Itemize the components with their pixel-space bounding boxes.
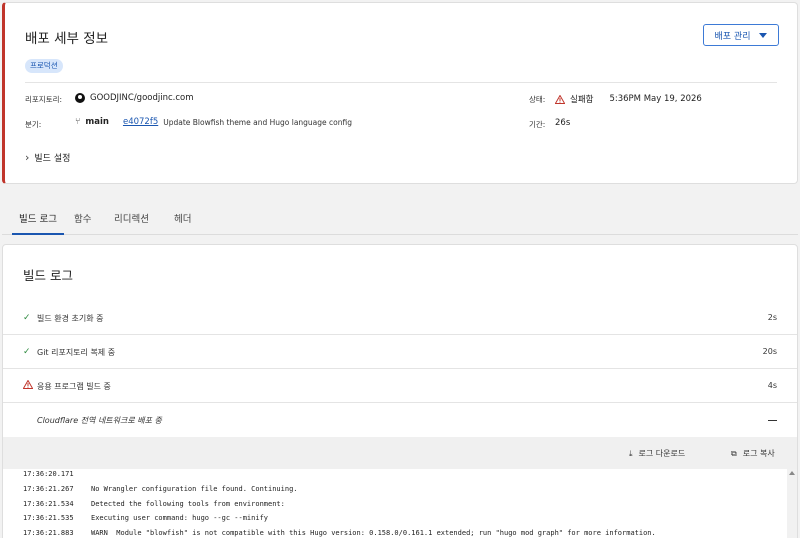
status-label: 상태: [529, 95, 546, 104]
check-icon: ✓ [23, 347, 31, 357]
check-icon: ✓ [23, 313, 31, 323]
branch-label: 분기: [25, 120, 42, 129]
commit-hash-link[interactable]: e4072f5 [123, 117, 158, 127]
build-log-title: 빌드 로그 [23, 268, 73, 283]
commit-message: Update Blowfish theme and Hugo language … [163, 117, 352, 127]
log-line: 17:36:21.535 Executing user command: hugo… [23, 514, 269, 522]
duration-value: 26s [555, 118, 571, 128]
build-step-duration: 20s [762, 347, 777, 356]
build-step[interactable]: ✓ Git 리포지토리 복제 중 20s [3, 335, 797, 369]
build-settings-label: 빌드 설정 [34, 154, 71, 164]
tab-redirects[interactable]: 리디렉션 [114, 207, 149, 235]
github-icon [75, 93, 85, 103]
chevron-down-icon [759, 32, 768, 38]
manage-deployment-label: 배포 관리 [714, 31, 751, 42]
status-value: 실패함 5:36PM May 19, 2026 [555, 93, 702, 105]
log-line: 17:36:20.171 [23, 470, 74, 478]
download-log-button[interactable]: ⤓ 로그 다운로드 [629, 448, 685, 459]
chevron-right-icon: › [25, 151, 30, 164]
page-title: 배포 세부 정보 [25, 31, 109, 47]
copy-log-label: 로그 복사 [742, 449, 775, 458]
build-step-label: 응용 프로그램 빌드 중 [37, 382, 111, 391]
log-line: 17:36:21.534 Detected the following tools… [23, 500, 285, 508]
build-settings-toggle[interactable]: › 빌드 설정 [25, 151, 70, 164]
build-log-card: 빌드 로그 ✓ 빌드 환경 초기화 중 2s ✓ Git 리포지토리 복제 중 … [2, 244, 798, 538]
status-text: 실패함 [570, 95, 594, 105]
status-time: 5:36PM May 19, 2026 [609, 94, 702, 104]
warning-icon [555, 94, 565, 104]
warning-icon [22, 379, 34, 391]
branch-icon: ⑂ [75, 117, 81, 127]
environment-badge: 프로덕션 [25, 59, 63, 73]
repository-value: GOODJINC/goodjinc.com [75, 93, 194, 103]
log-line: 17:36:21.883 WARN Module "blowfish" is no… [23, 529, 656, 537]
tab-headers[interactable]: 헤더 [174, 207, 191, 235]
tab-bar: 빌드 로그 함수 리디렉션 헤더 [2, 207, 798, 235]
copy-log-button[interactable]: ⧉ 로그 복사 [731, 448, 775, 459]
deployment-details-card: 배포 세부 정보 프로덕션 배포 관리 리포지토리: GOODJINC/good… [2, 2, 798, 184]
build-step[interactable]: Cloudflare 전역 네트워크로 배포 중 [3, 403, 797, 437]
download-log-label: 로그 다운로드 [638, 449, 686, 458]
build-step-duration: 2s [767, 313, 777, 322]
build-step[interactable]: 응용 프로그램 빌드 중 4s [3, 369, 797, 403]
build-step-label: 빌드 환경 초기화 중 [37, 314, 104, 323]
download-icon: ⤓ [629, 448, 633, 458]
build-step-label: Cloudflare 전역 네트워크로 배포 중 [37, 416, 162, 425]
manage-deployment-button[interactable]: 배포 관리 [703, 24, 779, 46]
build-step[interactable]: ✓ 빌드 환경 초기화 중 2s [3, 301, 797, 335]
duration-label: 기간: [529, 120, 546, 129]
build-step-duration: 4s [767, 381, 777, 390]
log-scrollbar[interactable] [787, 469, 797, 538]
log-output: 17:36:20.171 17:36:21.267 No Wrangler con… [3, 469, 797, 538]
branch-name: main [85, 117, 109, 127]
scroll-up-icon[interactable] [789, 471, 795, 475]
build-step-label: Git 리포지토리 복제 중 [37, 348, 116, 357]
tab-build-log[interactable]: 빌드 로그 [12, 207, 64, 235]
collapse-icon[interactable] [768, 420, 777, 421]
copy-icon: ⧉ [731, 448, 737, 458]
log-line: 17:36:21.267 No Wrangler configuration fi… [23, 485, 298, 493]
repository-name: GOODJINC/goodjinc.com [90, 93, 194, 103]
repository-label: 리포지토리: [25, 95, 63, 104]
branch-value: ⑂ main e4072f5 Update Blowfish theme and… [75, 117, 352, 127]
log-toolbar: ⤓ 로그 다운로드 ⧉ 로그 복사 [3, 437, 797, 469]
tab-functions[interactable]: 함수 [74, 207, 91, 235]
divider [25, 82, 777, 83]
